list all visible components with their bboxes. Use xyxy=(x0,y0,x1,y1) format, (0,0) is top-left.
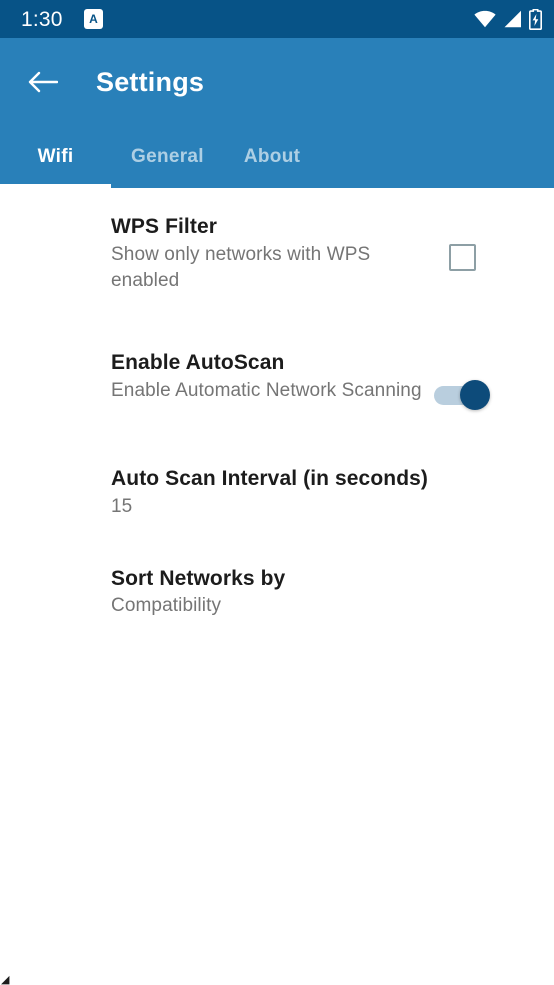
row-spacer xyxy=(0,410,554,466)
preference-text-auto-scan-interval: Auto Scan Interval (in seconds) 15 xyxy=(111,466,431,520)
tab-wifi-label: Wifi xyxy=(37,146,74,167)
preference-title: Enable AutoScan xyxy=(111,351,285,375)
status-notification-icons: A xyxy=(83,9,103,29)
app-bar-top-row: Settings xyxy=(0,38,554,126)
wifi-icon xyxy=(474,10,496,28)
row-spacer xyxy=(0,520,554,566)
status-bar: 1:30 A xyxy=(0,0,554,38)
settings-list: WPS Filter Show only networks with WPS e… xyxy=(0,188,554,985)
preference-title: Sort Networks by xyxy=(111,566,286,590)
preference-widget-enable-autoscan xyxy=(431,380,493,411)
tab-general-label: General xyxy=(131,146,204,167)
page-title: Settings xyxy=(96,66,205,97)
tab-about[interactable]: About xyxy=(224,126,320,188)
alarm-badge-icon: A xyxy=(83,9,103,29)
back-arrow-icon[interactable] xyxy=(26,65,60,99)
row-spacer xyxy=(0,294,554,350)
preference-summary: Enable Automatic Network Scanning xyxy=(111,379,422,401)
battery-charging-icon xyxy=(529,8,542,30)
preference-title: WPS Filter xyxy=(111,215,218,238)
preference-text-wps-filter: WPS Filter Show only networks with WPS e… xyxy=(111,214,431,294)
preference-widget-wps-filter xyxy=(431,244,493,271)
status-clock: 1:30 xyxy=(21,7,63,31)
mouse-cursor-artifact: ◢ xyxy=(1,974,10,985)
preference-text-enable-autoscan: Enable AutoScan Enable Automatic Network… xyxy=(111,350,431,404)
tab-about-label: About xyxy=(243,146,301,167)
preference-row-sort-networks-by[interactable]: Sort Networks by Compatibility xyxy=(0,566,554,620)
preference-row-enable-autoscan[interactable]: Enable AutoScan Enable Automatic Network… xyxy=(0,350,554,411)
enable-autoscan-switch[interactable] xyxy=(434,380,490,411)
preference-text-sort-networks-by: Sort Networks by Compatibility xyxy=(111,566,431,620)
preference-summary: 15 xyxy=(111,495,133,517)
phone-screen: 1:30 A Settings Wifi General About WPS F… xyxy=(0,0,554,985)
tab-general[interactable]: General xyxy=(111,126,224,188)
status-system-icons xyxy=(474,8,542,30)
preference-summary: Show only networks with WPS enabled xyxy=(111,243,371,291)
app-bar: Settings Wifi General About xyxy=(0,38,554,188)
tab-bar: Wifi General About xyxy=(0,126,554,188)
wps-filter-checkbox[interactable] xyxy=(448,244,476,271)
switch-thumb xyxy=(460,380,490,411)
preference-title: Auto Scan Interval (in seconds) xyxy=(111,467,428,491)
preference-row-wps-filter[interactable]: WPS Filter Show only networks with WPS e… xyxy=(0,214,554,294)
preference-summary: Compatibility xyxy=(111,595,222,617)
tab-wifi[interactable]: Wifi xyxy=(0,126,111,188)
cellular-signal-icon xyxy=(503,10,522,28)
preference-row-auto-scan-interval[interactable]: Auto Scan Interval (in seconds) 15 xyxy=(0,466,554,520)
